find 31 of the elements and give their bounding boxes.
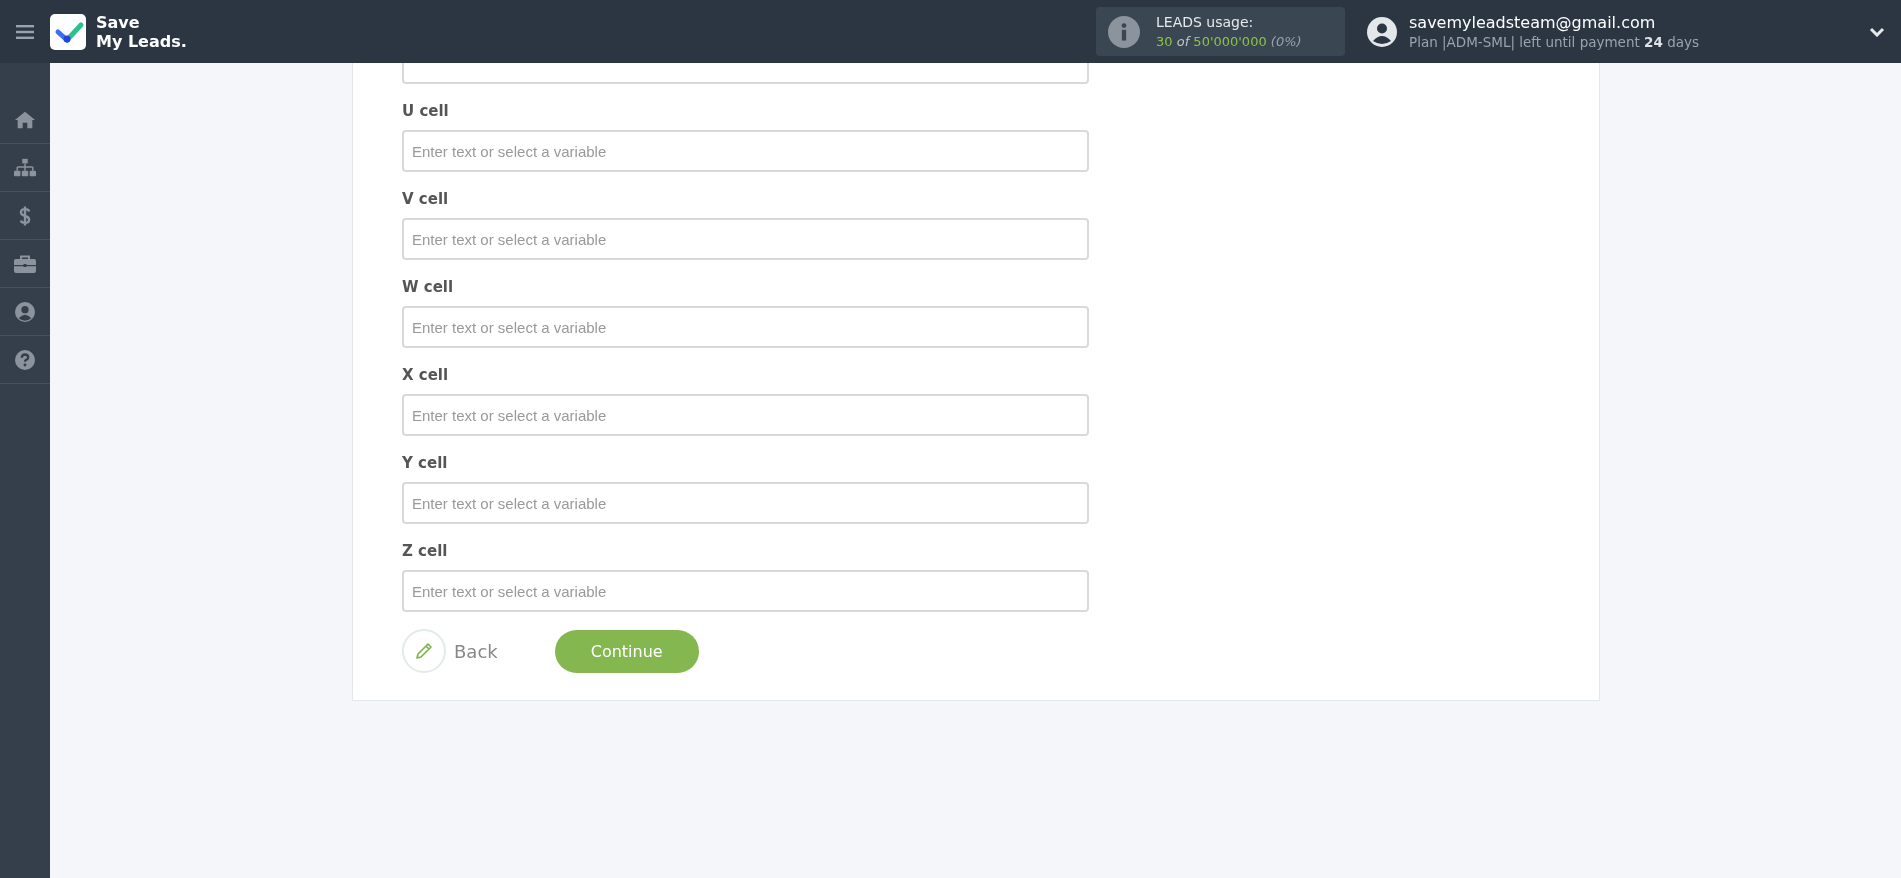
user-icon[interactable] <box>14 301 36 322</box>
field-label: U cell <box>402 101 450 122</box>
help-icon[interactable] <box>14 349 36 370</box>
avatar-icon[interactable] <box>1367 16 1397 47</box>
usage-label: LEADS usage: <box>1156 12 1255 32</box>
field-label: W cell <box>402 277 455 298</box>
logo-icon[interactable] <box>50 13 86 50</box>
pencil-icon <box>414 641 434 661</box>
input-field[interactable] <box>402 63 1089 84</box>
logo-text[interactable]: Save <box>96 12 187 32</box>
field-label: X cell <box>402 365 450 386</box>
field-label: V cell <box>402 189 450 210</box>
field-label: Y cell <box>402 453 449 474</box>
input-field[interactable]: Enter text or select a variable <box>402 130 1089 172</box>
logo-text[interactable]: My Leads. <box>96 31 187 51</box>
info-icon <box>1108 15 1140 48</box>
briefcase-icon[interactable] <box>14 253 36 274</box>
sitemap-icon[interactable] <box>14 157 36 178</box>
input-field[interactable]: Enter text or select a variable <box>402 306 1089 348</box>
usage-count: 30 of 50'000'000 (0%) <box>1156 32 1302 51</box>
input-field[interactable]: Enter text or select a variable <box>402 218 1089 260</box>
account-email: savemyleadsteam@gmail.com <box>1409 12 1657 33</box>
chevron-down-icon[interactable] <box>1869 26 1885 37</box>
input-field[interactable]: Enter text or select a variable <box>402 394 1089 436</box>
back-button[interactable]: Back <box>402 629 498 673</box>
input-field[interactable]: Enter text or select a variable <box>402 570 1089 612</box>
menu-icon[interactable] <box>16 24 34 39</box>
home-icon[interactable] <box>14 109 36 130</box>
plan-info: Plan |ADM-SML| left until payment 24 days <box>1409 32 1701 51</box>
field-label: Z cell <box>402 541 449 562</box>
input-field[interactable]: Enter text or select a variable <box>402 482 1089 524</box>
